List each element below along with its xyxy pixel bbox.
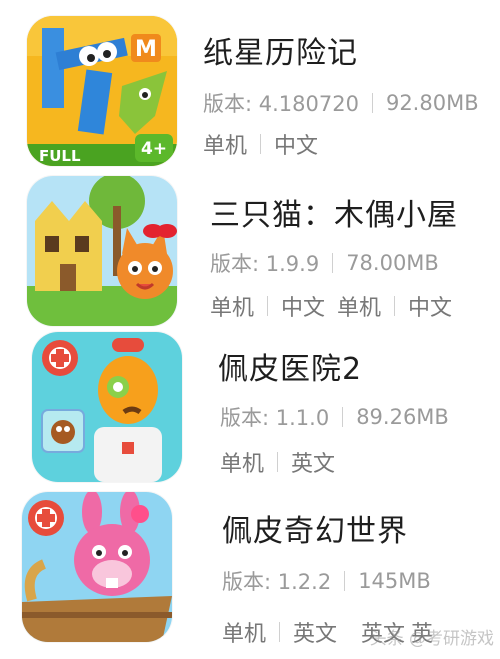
app-title[interactable]: 三只猫：木偶小屋 <box>210 190 458 234</box>
app-meta: 版本: 1.1.0 89.26MB <box>220 402 449 432</box>
tag: 英文 <box>293 622 338 647</box>
divider <box>260 134 262 154</box>
divider <box>344 571 346 591</box>
divider <box>277 452 279 472</box>
app-tags: 单机 中文 单机 中文 <box>210 290 452 322</box>
pink-bunny-boat-icon[interactable] <box>22 492 172 642</box>
tag: 单机 <box>203 134 248 159</box>
watermark: 头条 @考研游戏 <box>369 629 494 649</box>
app-list-item[interactable]: 三只猫：木偶小屋 版本: 1.9.9 78.00MB 单机 中文 单机 中文 <box>0 168 500 328</box>
tag: 英文 <box>291 452 336 477</box>
divider <box>267 296 269 316</box>
divider <box>332 253 334 273</box>
app-size: 78.00MB <box>346 251 439 275</box>
app-list-item[interactable]: M FULL 4+ 纸星历险记 版本: 4.180720 92.80MB 单机 … <box>0 8 500 168</box>
app-version: 版本: 1.2.2 <box>222 570 332 594</box>
full-badge: FULL <box>39 147 81 165</box>
divider <box>371 93 373 113</box>
age-badge: 4+ <box>141 139 167 159</box>
app-version: 版本: 1.9.9 <box>210 252 320 276</box>
cat-house-icon[interactable] <box>27 176 177 326</box>
app-meta: 版本: 1.2.2 145MB <box>222 566 431 596</box>
app-size: 145MB <box>358 569 431 593</box>
app-tags: 单机 英文 <box>220 446 335 478</box>
hospital-doctor-icon[interactable] <box>32 332 182 482</box>
app-meta: 版本: 1.9.9 78.00MB <box>210 248 439 278</box>
app-list-item[interactable]: 佩皮医院2 版本: 1.1.0 89.26MB 单机 英文 <box>0 326 500 486</box>
tag: 中文 <box>281 296 326 321</box>
app-title[interactable]: 纸星历险记 <box>203 28 358 72</box>
divider <box>342 407 344 427</box>
app-size: 92.80MB <box>385 91 479 115</box>
app-title[interactable]: 佩皮医院2 <box>218 344 362 388</box>
app-meta: 版本: 4.180720 92.80MB <box>203 88 479 118</box>
app-size: 89.26MB <box>356 405 449 429</box>
paper-monster-icon[interactable]: M FULL 4+ <box>27 16 177 166</box>
app-tags: 单机 中文 <box>203 128 318 160</box>
letter-badge: M <box>135 37 157 62</box>
divider <box>279 622 281 642</box>
tag: 单机 <box>222 622 267 647</box>
tag: 中文 <box>408 296 453 321</box>
tag: 中文 <box>274 134 319 159</box>
divider <box>394 296 396 316</box>
tag: 单机 <box>337 296 382 321</box>
tag: 单机 <box>220 452 265 477</box>
tag: 单机 <box>210 296 255 321</box>
app-title[interactable]: 佩皮奇幻世界 <box>222 506 408 550</box>
app-version: 版本: 1.1.0 <box>220 406 330 430</box>
app-version: 版本: 4.180720 <box>203 92 359 116</box>
